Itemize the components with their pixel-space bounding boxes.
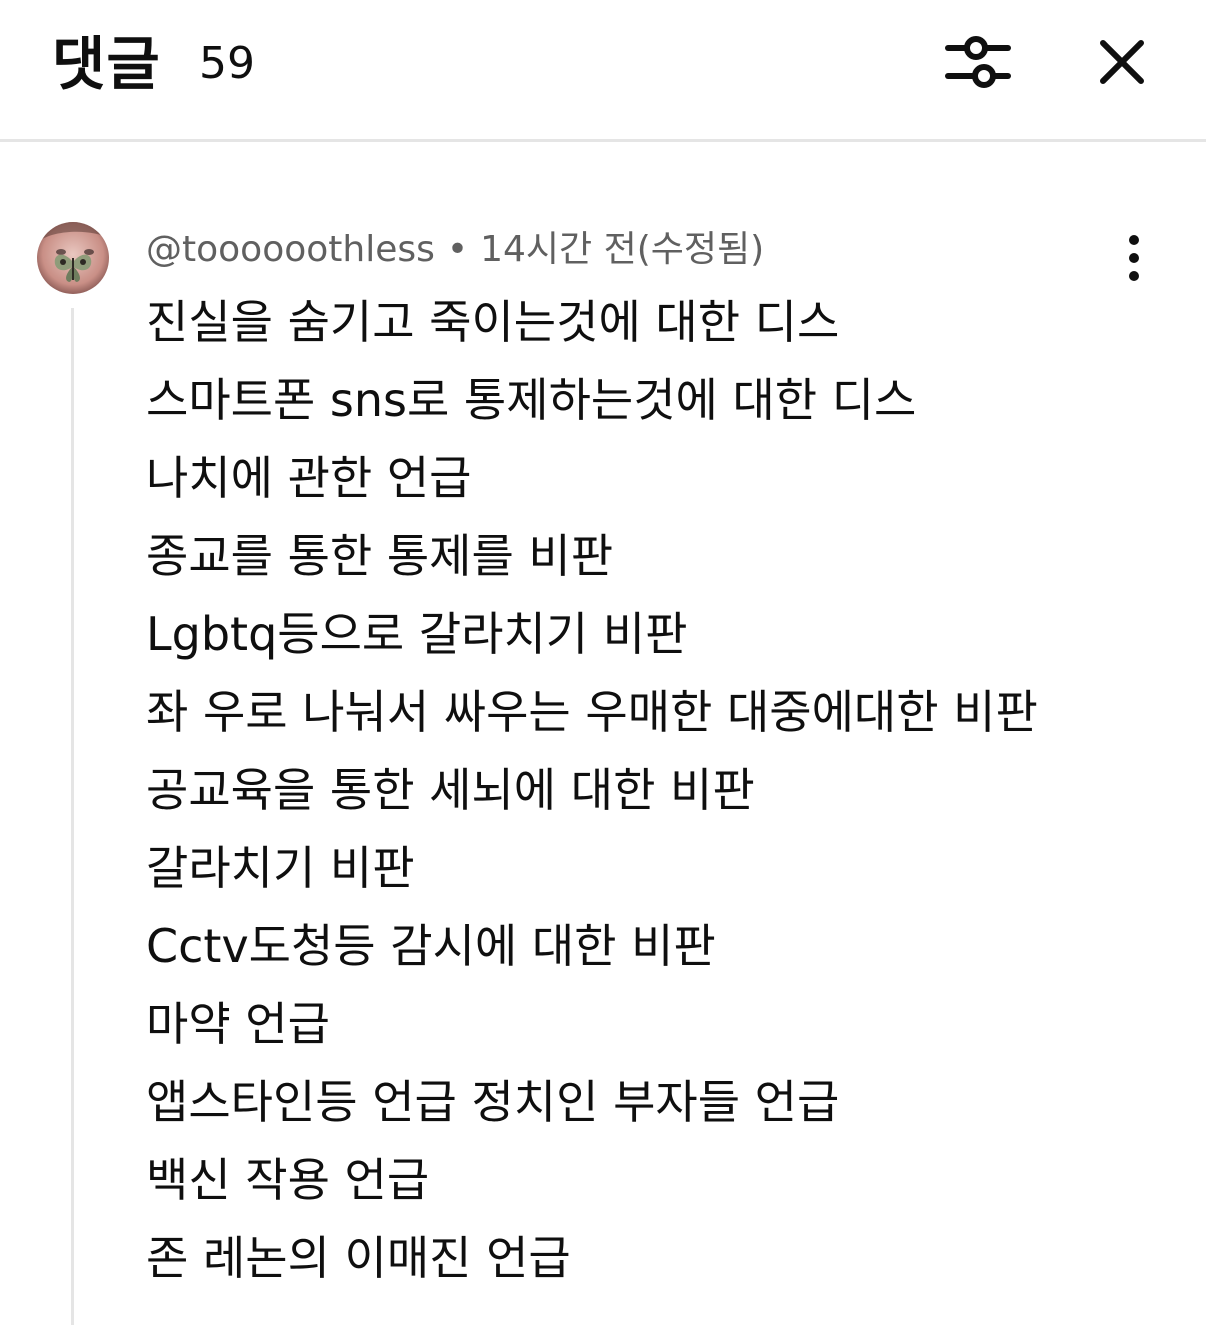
more-vertical-icon <box>1129 235 1139 281</box>
comment-line: Cctv도청등 감시에 대한 비판 <box>146 919 716 973</box>
comment-line: 앱스타인등 언급 정치인 부자들 언급 <box>146 1075 840 1129</box>
comment-line: 마약 언급 <box>146 997 330 1051</box>
comment-meta: @toooooothless • 14시간 전(수정됨) <box>146 224 764 276</box>
comment-line: 백신 작용 언급 <box>146 1153 430 1207</box>
comment-line: 갈라치기 비판 <box>146 841 415 895</box>
comment-line: 진실을 숨기고 죽이는것에 대한 디스 <box>146 295 840 349</box>
comment-line: 존 레논의 이매진 언급 <box>146 1231 571 1285</box>
reply-thread-line <box>71 308 74 1325</box>
comment-line: 좌 우로 나눠서 싸우는 우매한 대중에대한 비판 <box>146 685 1038 739</box>
comments-header: 댓글 59 <box>0 0 1206 142</box>
comment-timestamp: 14시간 전(수정됨) <box>480 229 765 270</box>
comment-author[interactable]: @toooooothless <box>146 229 435 270</box>
comment-line: 나치에 관한 언급 <box>146 451 472 505</box>
comments-title: 댓글 <box>52 30 161 98</box>
butterfly-avatar-icon <box>37 222 109 294</box>
meta-separator: • <box>446 229 469 270</box>
comment-line: 스마트폰 sns로 통제하는것에 대한 디스 <box>146 373 917 427</box>
filter-sliders-icon <box>945 36 1011 88</box>
comment-text: 진실을 숨기고 죽이는것에 대한 디스 스마트폰 sns로 통제하는것에 대한 … <box>146 283 1186 1297</box>
comment-line: 공교육을 통한 세뇌에 대한 비판 <box>146 763 755 817</box>
more-options-button[interactable] <box>1112 232 1156 284</box>
comment-line: Lgbtq등으로 갈라치기 비판 <box>146 607 688 661</box>
comment-line: 종교를 통한 통제를 비판 <box>146 529 614 583</box>
avatar[interactable] <box>37 222 109 294</box>
comments-count: 59 <box>199 38 255 89</box>
filter-button[interactable] <box>944 30 1012 94</box>
close-button[interactable] <box>1094 34 1150 90</box>
close-icon <box>1100 40 1144 84</box>
